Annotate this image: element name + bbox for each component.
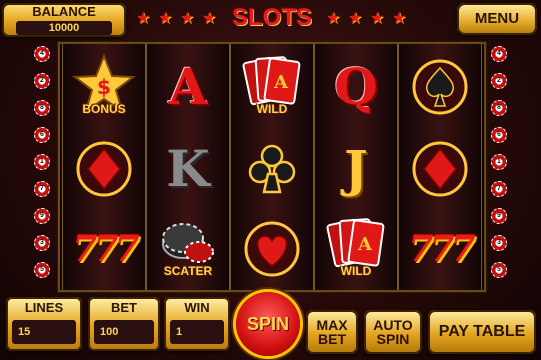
wild-label: WILD [256, 102, 288, 116]
win-label: WIN [184, 300, 210, 315]
queen-symbol: Q [334, 57, 378, 116]
game-title: SLOTS [231, 4, 312, 31]
reel-4: Q J A WILD [314, 44, 398, 290]
reel-2: A K SCATER [146, 44, 230, 290]
star-icon: ★ [392, 10, 407, 27]
balance-value: 10000 [16, 21, 112, 35]
symbol-cell: 777 [399, 208, 481, 290]
symbol-cell [63, 128, 145, 210]
symbol-cell: A WILD [315, 208, 397, 290]
win-panel: WIN 1 [164, 297, 230, 351]
payline-marker[interactable]: 5 [34, 262, 50, 278]
symbol-cell [231, 128, 313, 210]
symbol-cell: 777 [63, 208, 145, 290]
symbol-cell [399, 46, 481, 128]
symbol-cell: J [315, 128, 397, 210]
lines-panel: LINES 15 [6, 297, 82, 351]
payline-marker[interactable]: 7 [34, 181, 50, 197]
spin-button[interactable]: SPIN [236, 292, 300, 356]
max-bet-line1: MAX [316, 317, 348, 333]
club-icon [248, 144, 296, 194]
lines-label: LINES [24, 300, 64, 315]
king-symbol: K [166, 139, 210, 198]
reels-area: $ BONUS 777 A K SCATER A WILD Q J A WILD… [58, 42, 486, 292]
payline-marker[interactable]: 4 [491, 46, 507, 62]
bonus-symbol: $ BONUS [71, 54, 137, 120]
wild-label: WILD [340, 264, 372, 278]
symbol-cell [231, 208, 313, 290]
star-icon: ★ [370, 10, 385, 27]
payline-marker[interactable]: 7 [491, 181, 507, 197]
bonus-label: BONUS [82, 102, 126, 116]
heart-icon [244, 221, 300, 277]
star-icon: ★ [158, 10, 173, 27]
max-bet-button[interactable]: MAX BET [306, 310, 358, 354]
symbol-cell: K [147, 128, 229, 210]
star-icon: ★ [136, 10, 151, 27]
pay-table-button[interactable]: PAY TABLE [428, 310, 536, 354]
menu-button[interactable]: MENU [457, 3, 537, 35]
sevens-symbol: 777 [408, 228, 475, 270]
bet-label: BET [111, 300, 137, 315]
svg-text:A: A [273, 72, 289, 93]
payline-marker[interactable]: 6 [34, 127, 50, 143]
payline-marker[interactable]: 4 [34, 46, 50, 62]
bet-value[interactable]: 100 [94, 320, 154, 344]
payline-marker[interactable]: 3 [491, 235, 507, 251]
slot-machine: BALANCE 10000 ★ ★ ★ ★ SLOTS ★ ★ ★ ★ MENU… [0, 0, 541, 360]
auto-spin-line2: SPIN [376, 331, 410, 347]
wild-symbol: A WILD [323, 216, 389, 282]
lines-value[interactable]: 15 [12, 320, 76, 344]
symbol-cell: SCATER [147, 208, 229, 290]
bet-panel: BET 100 [88, 297, 160, 351]
svg-text:$: $ [97, 75, 111, 99]
win-value: 1 [170, 320, 224, 344]
payline-marker[interactable]: 8 [491, 100, 507, 116]
payline-marker[interactable]: 9 [491, 208, 507, 224]
wild-symbol: A WILD [239, 54, 305, 120]
payline-marker[interactable]: 2 [34, 73, 50, 89]
payline-marker[interactable]: 1 [34, 154, 50, 170]
payline-marker[interactable]: 5 [491, 262, 507, 278]
symbol-cell: Q [315, 46, 397, 128]
sevens-symbol: 777 [72, 228, 139, 270]
payline-marker[interactable]: 1 [491, 154, 507, 170]
payline-marker[interactable]: 3 [34, 235, 50, 251]
star-icon: ★ [202, 10, 217, 27]
scatter-label: SCATER [163, 264, 213, 278]
svg-text:A: A [357, 234, 373, 255]
payline-marker[interactable]: 9 [34, 208, 50, 224]
payline-marker[interactable]: 8 [34, 100, 50, 116]
star-icon: ★ [180, 10, 195, 27]
reel-1: $ BONUS 777 [62, 44, 146, 290]
scatter-symbol: SCATER [155, 216, 221, 282]
spade-icon [412, 59, 468, 115]
reel-3: A WILD [230, 44, 314, 290]
symbol-cell [399, 128, 481, 210]
auto-spin-line1: AUTO [373, 317, 413, 333]
payline-marker[interactable]: 2 [491, 73, 507, 89]
balance-panel: BALANCE 10000 [2, 3, 126, 37]
star-icon: ★ [348, 10, 363, 27]
symbol-cell: A WILD [231, 46, 313, 128]
symbol-cell: $ BONUS [63, 46, 145, 128]
auto-spin-button[interactable]: AUTO SPIN [364, 310, 422, 354]
reel-5: 777 [398, 44, 482, 290]
payline-marker[interactable]: 6 [491, 127, 507, 143]
star-icon: ★ [326, 10, 341, 27]
ace-symbol: A [168, 57, 208, 116]
diamond-icon [412, 141, 468, 197]
jack-symbol: J [344, 139, 368, 198]
max-bet-line2: BET [318, 331, 346, 347]
balance-label: BALANCE [32, 4, 96, 19]
diamond-icon [76, 141, 132, 197]
symbol-cell: A [147, 46, 229, 128]
